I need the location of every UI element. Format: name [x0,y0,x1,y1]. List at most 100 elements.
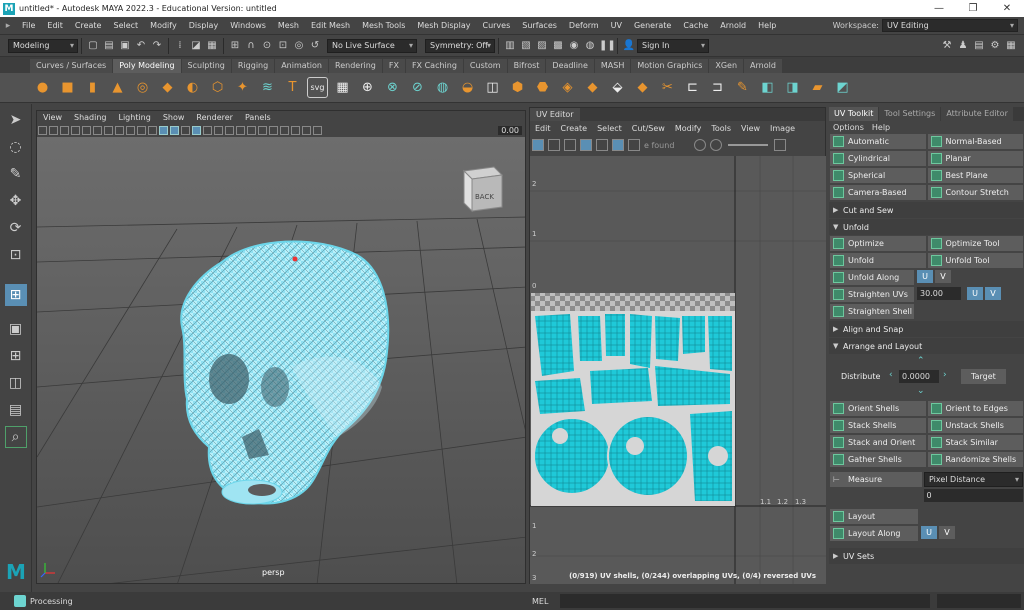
field-chart-icon[interactable] [148,125,157,135]
straighten-shell-button[interactable]: Straighten Shell [830,304,914,319]
distribute-value-field[interactable]: 0.0000 [899,370,939,383]
uv-coordinates-icon[interactable]: ⊕ [357,77,378,98]
viewport-menu-panels[interactable]: Panels [239,113,277,122]
tab-attribute-editor[interactable]: Attribute Editor [941,107,1013,121]
snap-point-icon[interactable]: ⊙ [260,39,274,53]
shelf-tab[interactable]: FX [382,59,405,73]
uv-exposure-slider[interactable] [728,144,769,146]
menu-mesh-display[interactable]: Mesh Display [411,21,476,30]
wireframe-icon[interactable] [159,125,168,135]
shelf-tab[interactable]: FX Caching [405,59,463,73]
insert-edge-loop-icon[interactable]: ⊏ [682,77,703,98]
camera-attributes-icon[interactable] [49,125,58,135]
optimize-button[interactable]: Optimize [830,236,926,251]
viewport-menu-shading[interactable]: Shading [68,113,113,122]
close-button[interactable]: ✕ [990,3,1024,14]
select-hierarchy-icon[interactable]: ⁞ [173,39,187,53]
film-gate-icon[interactable] [115,125,124,135]
snap-live-icon[interactable]: ↺ [308,39,322,53]
scale-tool-icon[interactable]: ⊡ [5,244,27,266]
select-tool-icon[interactable]: ➤ [5,109,27,131]
merge-icon[interactable]: ⬙ [607,77,628,98]
new-scene-icon[interactable]: ▢ [86,39,100,53]
snap-grid-icon[interactable]: ⊞ [228,39,242,53]
command-line-input[interactable] [560,594,930,608]
automatic-projection-button[interactable]: Automatic [830,134,926,149]
uv-display-grid-icon[interactable] [532,139,544,151]
tool-settings-icon[interactable]: ⚙ [988,39,1002,53]
layout-split-icon[interactable]: ◫ [5,372,27,394]
orient-to-edges-button[interactable]: Orient to Edges [927,401,1023,416]
mel-label[interactable]: MEL [532,597,548,606]
shadows-icon[interactable] [214,125,223,135]
select-object-icon[interactable]: ◪ [189,39,203,53]
2d-pan-icon[interactable] [82,125,91,135]
quad-draw-icon[interactable]: ✎ [732,77,753,98]
shelf-tab[interactable]: Deadline [546,59,594,73]
xray-icon[interactable] [280,125,289,135]
uv-canvas[interactable]: 2 1 0 1 2 3 1.1 1.2 1.3 (0/919) UV shell… [530,156,826,584]
menu-windows[interactable]: Windows [224,21,272,30]
menu-create[interactable]: Create [69,21,108,30]
image-plane-icon[interactable] [71,125,80,135]
section-align-snap[interactable]: ▶ Align and Snap [829,321,1024,337]
depth-of-field-icon[interactable] [258,125,267,135]
menu-mesh-tools[interactable]: Mesh Tools [356,21,411,30]
rotate-tool-icon[interactable]: ⟳ [5,217,27,239]
resolution-gate-icon[interactable] [126,125,135,135]
perspective-viewport[interactable]: View Shading Lighting Show Renderer Pane… [36,110,526,584]
live-surface-field[interactable]: No Live Surface [327,38,417,53]
svg-tool-icon[interactable]: svg [307,77,328,98]
boolean-icon[interactable]: ◒ [457,77,478,98]
stack-shells-button[interactable]: Stack Shells [830,418,926,433]
randomize-shells-button[interactable]: Randomize Shells [927,452,1023,467]
menu-display[interactable]: Display [183,21,225,30]
symmetry-dropdown[interactable]: Symmetry: Off [425,38,495,53]
tab-uv-toolkit[interactable]: UV Toolkit [829,107,879,121]
render-frame-icon[interactable]: ▧ [519,39,533,53]
bridge-icon[interactable]: ⬣ [532,77,553,98]
menu-help[interactable]: Help [752,21,782,30]
render-ipr-icon[interactable]: ▨ [535,39,549,53]
section-arrange-layout[interactable]: ▼ Arrange and Layout [829,338,1024,354]
workspace-dropdown[interactable]: UV Editing [882,19,1018,32]
contour-stretch-projection-button[interactable]: Contour Stretch [927,185,1023,200]
shelf-tab[interactable]: MASH [594,59,631,73]
shelf-tab[interactable]: Rendering [329,59,382,73]
motion-blur-icon[interactable] [236,125,245,135]
menu-select[interactable]: Select [107,21,144,30]
paint-select-tool-icon[interactable]: ✎ [5,163,27,185]
sign-in-dropdown[interactable]: Sign In [637,38,709,53]
undo-icon[interactable]: ↶ [134,39,148,53]
uv-menu-modify[interactable]: Modify [670,124,707,133]
menu-edit[interactable]: Edit [41,21,69,30]
view-cube[interactable]: BACK [462,166,504,213]
target-weld-icon[interactable]: ⊐ [707,77,728,98]
viewport-menu-lighting[interactable]: Lighting [112,113,156,122]
uv-menu-edit[interactable]: Edit [530,124,556,133]
unfold-along-u-button[interactable]: U [917,270,933,283]
poly-cylinder-icon[interactable]: ▮ [82,77,103,98]
gamma-field[interactable]: 0.00 [498,125,522,135]
straighten-uvs-button[interactable]: Straighten UVs [830,287,914,302]
relax-icon[interactable]: ◨ [782,77,803,98]
bookmark-icon[interactable] [60,125,69,135]
render-settings-icon[interactable]: ▩ [551,39,565,53]
uv-checker-icon[interactable] [548,139,560,151]
open-scene-icon[interactable]: ▤ [102,39,116,53]
anti-aliasing-icon[interactable] [247,125,256,135]
poly-cone-icon[interactable]: ▲ [107,77,128,98]
poly-sphere-icon[interactable]: ● [32,77,53,98]
shelf-tab[interactable]: Bifrost [507,59,546,73]
poly-cube-icon[interactable]: ■ [57,77,78,98]
lasso-tool-icon[interactable]: ◌ [5,136,27,158]
gather-shells-button[interactable]: Gather Shells [830,452,926,467]
type-tool-icon[interactable]: T [282,77,303,98]
minimize-button[interactable]: — [922,3,956,14]
viewport-menu-renderer[interactable]: Renderer [190,113,239,122]
camera-icon[interactable] [38,125,47,135]
gate-mask-icon[interactable] [137,125,146,135]
separate-icon[interactable]: ⊘ [407,77,428,98]
append-poly-icon[interactable]: ◆ [632,77,653,98]
uv-gamma-icon[interactable] [710,139,723,151]
